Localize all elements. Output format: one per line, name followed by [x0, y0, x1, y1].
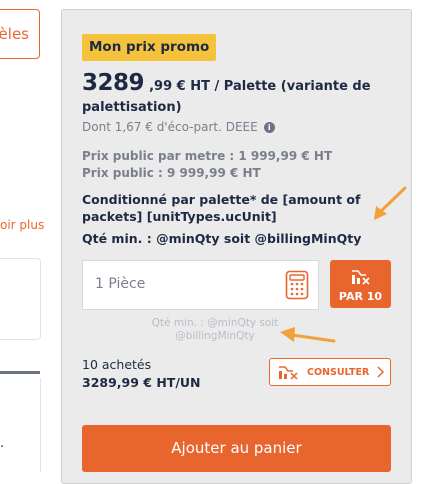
price-integer: 3289: [82, 70, 145, 96]
min-qty-text: Qté min. : @minQty soit @billingMinQty: [82, 231, 362, 246]
consult-button[interactable]: CONSULTER: [269, 358, 391, 386]
purchase-price: 3289,99 € HT/UN: [82, 375, 201, 390]
add-to-cart-button[interactable]: Ajouter au panier: [82, 425, 391, 472]
calculator-icon[interactable]: [285, 270, 309, 300]
purchase-info: 10 achetés 3289,99 € HT/UN: [82, 356, 201, 392]
par-10-label: PAR 10: [338, 290, 383, 303]
annotation-arrow-bottom: [280, 327, 336, 343]
public-price: Prix public : 9 999,99 € HT: [82, 166, 261, 180]
left-partial-text: .: [0, 436, 5, 451]
chevron-right-icon: [377, 366, 385, 378]
left-partial-link[interactable]: oir plus: [0, 218, 44, 232]
left-partial-button-label: èles: [0, 25, 29, 43]
price-drop-icon: [279, 366, 298, 380]
purchase-count: 10 achetés: [82, 357, 152, 372]
eco-part: Dont 1,67 € d'éco-part. DEEE i: [82, 120, 275, 134]
quantity-box: [82, 260, 319, 310]
annotation-arrow-top: [374, 186, 407, 220]
left-partial-card: [0, 258, 41, 340]
promo-badge: Mon prix promo: [82, 34, 217, 61]
price-line: 3289 ,99 € HT / Palette (variante de pal…: [82, 70, 382, 116]
par-10-button[interactable]: PAR 10: [330, 260, 391, 308]
left-partial-button[interactable]: èles: [0, 9, 40, 59]
left-separator: [0, 371, 40, 374]
info-icon[interactable]: i: [263, 121, 275, 133]
public-price-metre: Prix public par metre : 1 999,99 € HT: [82, 149, 333, 163]
consult-label: CONSULTER: [307, 367, 370, 378]
public-prices: Prix public par metre : 1 999,99 € HT Pr…: [82, 148, 332, 182]
price-drop-icon: [352, 270, 370, 285]
quantity-input[interactable]: [93, 275, 277, 293]
eco-part-text: Dont 1,67 € d'éco-part. DEEE: [82, 120, 258, 134]
left-partial-panel: [0, 378, 41, 472]
conditioning-text: Conditionné par palette* de [amount of p…: [82, 192, 361, 224]
